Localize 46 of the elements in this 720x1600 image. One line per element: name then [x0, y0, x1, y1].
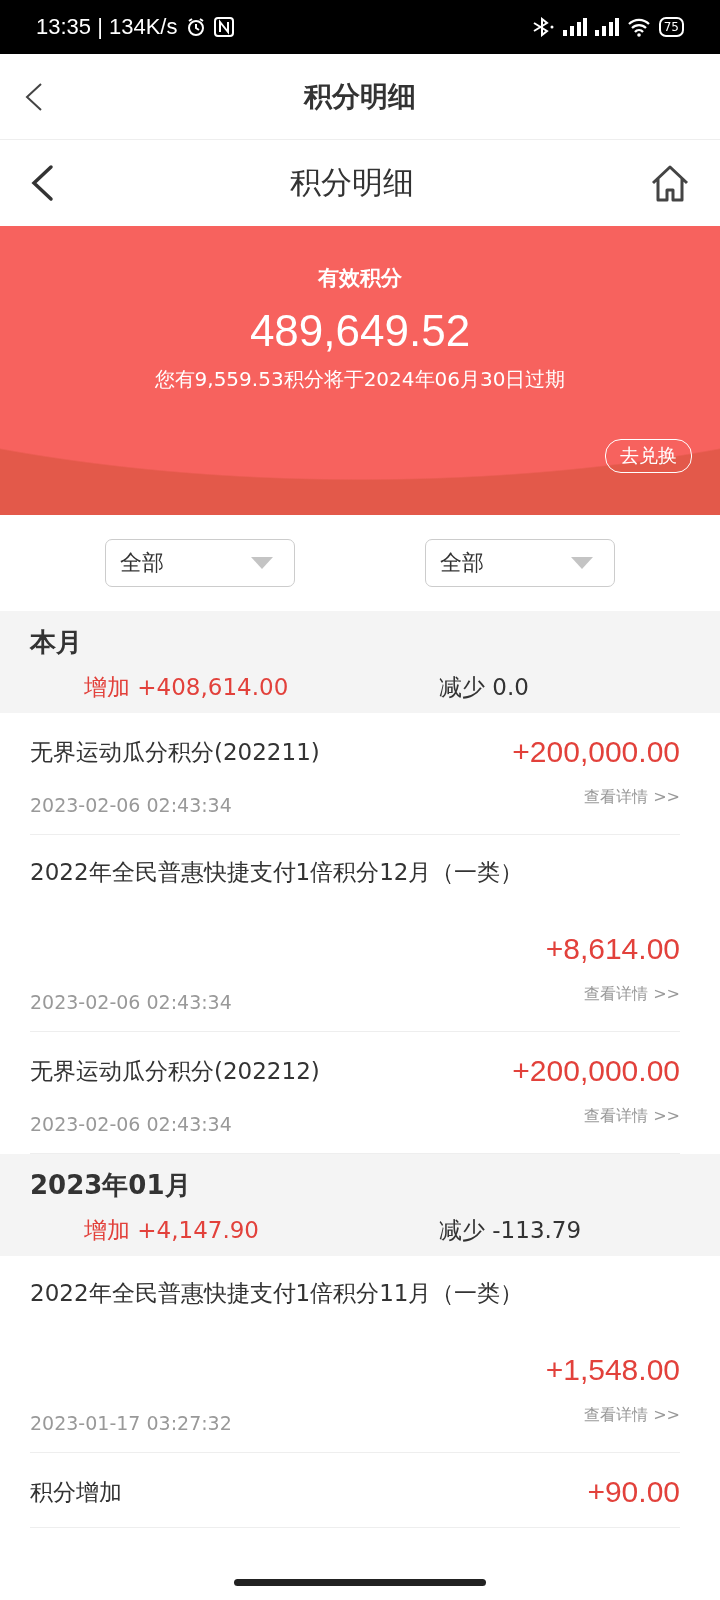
points-value: 489,649.52 — [249, 306, 471, 356]
record-date: 2023-02-06 02:43:34 — [30, 991, 232, 1013]
record-date: 2023-02-06 02:43:34 — [30, 794, 232, 816]
signal-icon — [594, 18, 619, 36]
decrease-total: 减少 -113.79 — [439, 1216, 582, 1245]
record-amount: +8,614.00 — [545, 932, 680, 966]
decrease-total: 减少 0.0 — [439, 673, 529, 702]
record-title: 无界运动瓜分积分(202211) — [30, 737, 320, 767]
points-label: 有效积分 — [318, 265, 402, 292]
filter-dropdown[interactable]: 全部 — [105, 539, 295, 587]
record-date: 2023-02-06 02:43:34 — [30, 1113, 232, 1135]
bluetooth-icon — [532, 17, 555, 37]
detail-link[interactable]: 查看详情 >> — [584, 1405, 680, 1426]
record-amount: +90.00 — [587, 1475, 680, 1509]
filter-dropdown[interactable]: 全部 — [425, 539, 615, 587]
increase-total: 增加 +4,147.90 — [84, 1216, 260, 1245]
status-time: 13:35 | 134K/s — [36, 14, 178, 40]
home-icon[interactable] — [650, 163, 690, 203]
record-amount: +200,000.00 — [512, 735, 680, 769]
expiry-notice: 您有9,559.53积分将于2024年06月30日过期 — [154, 366, 566, 393]
nfc-icon — [213, 17, 234, 37]
increase-total: 增加 +408,614.00 — [84, 673, 290, 702]
record-amount: +1,548.00 — [545, 1353, 680, 1387]
battery-level: 75 — [658, 17, 684, 37]
record-amount: +200,000.00 — [512, 1054, 680, 1088]
detail-link[interactable]: 查看详情 >> — [584, 984, 680, 1005]
caret-icon — [250, 556, 274, 570]
month-title: 2023年01月 — [30, 1169, 192, 1202]
caret-icon — [570, 556, 594, 570]
back-icon[interactable] — [30, 164, 54, 202]
alarm-icon — [185, 17, 206, 37]
redeem-button[interactable]: 去兑换 — [605, 439, 692, 473]
app-header-title: 积分明细 — [304, 78, 416, 115]
detail-link[interactable]: 查看详情 >> — [584, 787, 680, 808]
back-icon[interactable] — [24, 81, 44, 112]
page-title: 积分明细 — [290, 163, 414, 202]
record-title: 积分增加 — [30, 1477, 122, 1507]
record-title: 2022年全民普惠快捷支付1倍积分11月（一类） — [30, 1279, 525, 1308]
record-date: 2023-01-17 03:27:32 — [30, 1412, 232, 1434]
wifi-icon — [626, 17, 651, 37]
signal-icon — [562, 18, 587, 36]
month-title: 本月 — [30, 626, 83, 659]
home-indicator[interactable] — [234, 1578, 486, 1586]
detail-link[interactable]: 查看详情 >> — [584, 1106, 680, 1127]
record-title: 无界运动瓜分积分(202212) — [30, 1056, 320, 1086]
record-title: 2022年全民普惠快捷支付1倍积分12月（一类） — [30, 858, 525, 887]
